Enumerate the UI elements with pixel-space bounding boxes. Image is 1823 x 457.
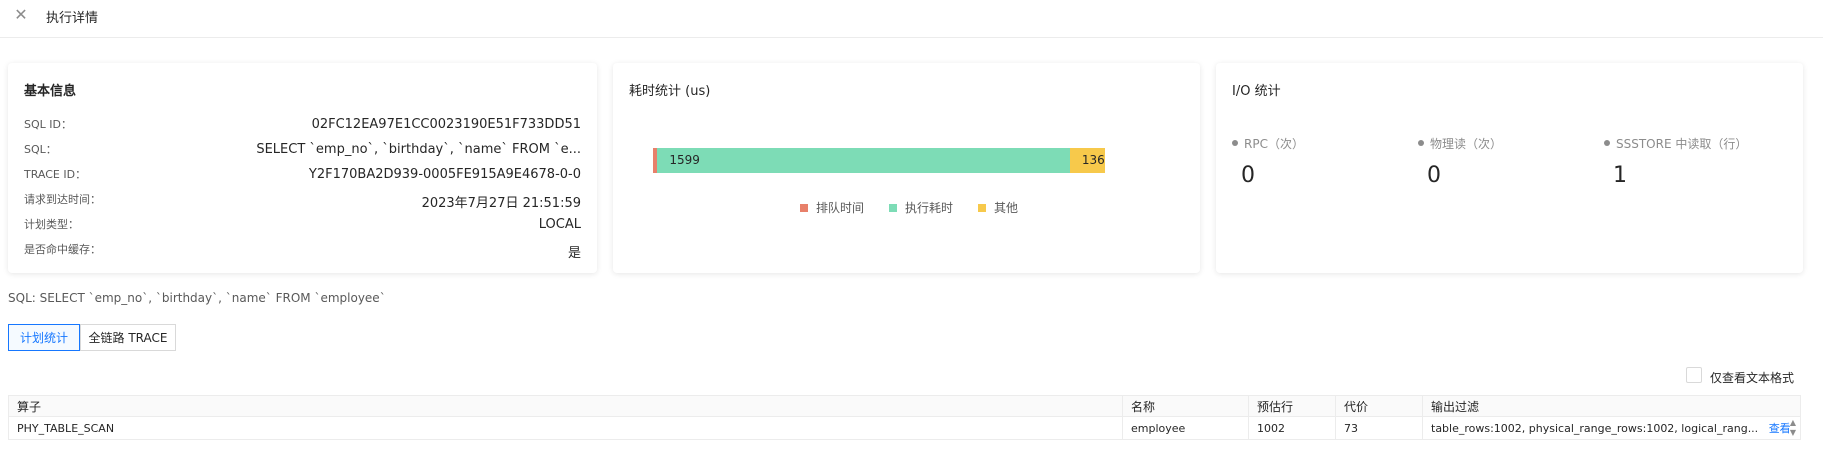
tab-full-trace[interactable]: 全链路 TRACE	[80, 324, 176, 351]
info-label: 计划类型：	[24, 218, 79, 231]
info-label: SQL ID：	[24, 118, 72, 131]
info-row-plan-type: 计划类型： LOCAL	[24, 216, 581, 236]
io-item-physical-read: 物理读（次） 0	[1418, 135, 1502, 188]
info-row-sql-id: SQL ID： 02FC12EA97E1CC0023190E51F733DD51	[24, 116, 581, 136]
legend-label: 排队时间	[816, 201, 865, 215]
info-value: 2023年7月27日 21:51:59	[421, 196, 581, 211]
column-header-cost: 代价	[1335, 395, 1423, 417]
info-label: 是否命中缓存：	[24, 243, 101, 256]
info-row-trace-id: TRACE ID： Y2F170BA2D939-0005FE915A9E4678…	[24, 166, 581, 186]
info-label: 请求到达时间：	[24, 193, 101, 206]
legend-swatch-icon	[800, 204, 808, 212]
text-format-checkbox[interactable]	[1686, 367, 1702, 383]
io-label: RPC（次）	[1244, 137, 1304, 151]
legend-label: 执行耗时	[905, 201, 954, 215]
time-stacked-bar: 1599 136	[653, 148, 1105, 173]
close-icon[interactable]: ✕	[13, 7, 29, 23]
io-label: 物理读（次）	[1430, 137, 1503, 151]
info-label: TRACE ID：	[24, 168, 87, 181]
bullet-dot-icon	[1604, 140, 1610, 146]
info-value: 是	[567, 246, 581, 261]
table-row: PHY_TABLE_SCAN employee 1002 73 table_ro…	[8, 416, 1801, 440]
cell-operator: PHY_TABLE_SCAN	[8, 416, 1123, 440]
info-value: 02FC12EA97E1CC0023190E51F733DD51	[311, 117, 581, 132]
io-item-rpc: RPC（次） 0	[1232, 135, 1304, 188]
legend-item: 其他	[978, 199, 1018, 216]
cell-est-rows: 1002	[1248, 416, 1336, 440]
io-stats-card: I/O 统计 RPC（次） 0 物理读（次） 0 SSSTORE 中读取（行） …	[1216, 63, 1803, 273]
cell-name: employee	[1122, 416, 1249, 440]
info-row-cache-hit: 是否命中缓存： 是	[24, 241, 581, 261]
time-stats-card: 耗时统计 (us) 1599 136 排队时间 执行耗时 其他	[613, 63, 1200, 273]
info-row-sql: SQL： SELECT `emp_no`, `birthday`, `name`…	[24, 141, 581, 161]
table-header-row: 算子 名称 预估行 代价 输出过滤	[8, 395, 1801, 417]
bullet-dot-icon	[1232, 140, 1238, 146]
output-filter-text: table_rows:1002, physical_range_rows:100…	[1431, 422, 1759, 435]
io-item-ssstore-read: SSSTORE 中读取（行） 1	[1604, 135, 1747, 188]
legend-item: 执行耗时	[889, 199, 953, 216]
info-label: SQL：	[24, 143, 57, 156]
time-stats-title: 耗时统计 (us)	[629, 84, 711, 99]
info-row-request-time: 请求到达时间： 2023年7月27日 21:51:59	[24, 191, 581, 211]
io-label: SSSTORE 中读取（行）	[1616, 137, 1748, 151]
column-header-est-rows: 预估行	[1248, 395, 1336, 417]
basic-info-card: 基本信息 SQL ID： 02FC12EA97E1CC0023190E51F73…	[8, 63, 597, 273]
io-value: 0	[1241, 163, 1255, 188]
page-title: 执行详情	[46, 11, 99, 26]
top-bar: ✕ 执行详情	[0, 0, 1823, 38]
info-value: SELECT `emp_no`, `birthday`, `name` FROM…	[256, 142, 581, 157]
time-legend: 排队时间 执行耗时 其他	[613, 199, 1200, 215]
time-bar-segment	[657, 148, 1070, 173]
legend-swatch-icon	[978, 204, 986, 212]
plan-table: 算子 名称 预估行 代价 输出过滤 PHY_TABLE_SCAN employe…	[8, 395, 1801, 440]
tab-plan-stats[interactable]: 计划统计	[8, 324, 80, 351]
text-format-label: 仅查看文本格式	[1710, 371, 1795, 385]
legend-label: 其他	[994, 201, 1019, 215]
io-value: 1	[1613, 163, 1627, 188]
cell-output-filter: table_rows:1002, physical_range_rows:100…	[1422, 416, 1801, 440]
basic-info-title: 基本信息	[24, 84, 77, 99]
legend-item: 排队时间	[800, 199, 864, 216]
cell-cost: 73	[1335, 416, 1423, 440]
column-header-name: 名称	[1122, 395, 1249, 417]
legend-swatch-icon	[889, 204, 897, 212]
table-scroll-arrows[interactable]: ▲ ▼	[1787, 418, 1799, 442]
column-header-operator: 算子	[8, 395, 1123, 417]
time-bar-value-label: 136	[1081, 153, 1105, 167]
info-value: Y2F170BA2D939-0005FE915A9E4678-0-0	[308, 167, 581, 182]
column-header-output-filter: 输出过滤	[1422, 395, 1801, 417]
io-value: 0	[1427, 163, 1441, 188]
info-value: LOCAL	[538, 217, 581, 232]
time-bar-value-label: 1599	[669, 153, 700, 167]
sql-statement: SQL: SELECT `emp_no`, `birthday`, `name`…	[8, 291, 386, 305]
bullet-dot-icon	[1418, 140, 1424, 146]
io-stats-title: I/O 统计	[1232, 84, 1281, 99]
